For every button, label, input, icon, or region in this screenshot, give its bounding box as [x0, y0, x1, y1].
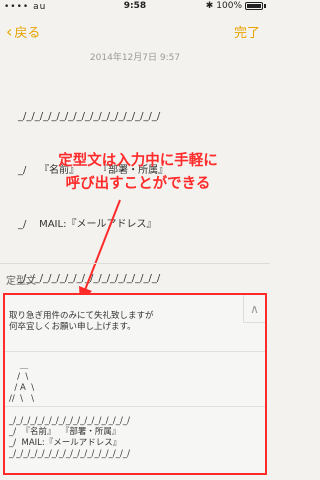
battery-icon [245, 2, 263, 10]
status-right: ✱ 100% [206, 1, 266, 11]
panel-divider [0, 263, 270, 264]
annotation-line: 定型文は入力中に手軽に [58, 153, 218, 169]
snippet-item[interactable]: ＿ / \ / A \ // \ \ [9, 361, 243, 405]
done-button[interactable]: 完了 [234, 22, 260, 41]
note-line: _/_/_/_/_/_/_/_/_/_/_/_/_/_/_/_/_/ [18, 273, 161, 284]
snippet-item[interactable]: _/_/_/_/_/_/_/_/_/_/_/_/_/_/_/_/_/ _/ 『名… [9, 416, 243, 460]
annotation-text: 定型文は入力中に手軽に 呼び出すことができる [18, 150, 258, 196]
bluetooth-icon: ✱ [205, 1, 214, 11]
navigation-bar: ‹ 戻る 完了 [0, 14, 270, 48]
note-date: 2014年12月7日 9:57 [89, 53, 181, 63]
note-line: _/_/_/_/_/_/_/_/_/_/_/_/_/_/_/_/_/ [18, 111, 161, 122]
snippet-item[interactable]: 取り急ぎ用件のみにて失礼致しますが 何卒宜しくお願い申し上げます。 [9, 311, 243, 333]
divider [5, 351, 265, 352]
back-label: 戻る [14, 26, 41, 41]
status-bar: •••• au 9:58 ✱ 100% [0, 0, 270, 14]
snippet-panel: ∧ 取り急ぎ用件のみにて失礼致しますが 何卒宜しくお願い申し上げます。 ＿ / … [3, 293, 267, 475]
chevron-left-icon: ‹ [6, 21, 13, 41]
back-button[interactable]: ‹ 戻る [6, 22, 40, 41]
annotation-line: 呼び出すことができる [65, 176, 211, 192]
chevron-up-icon[interactable]: ∧ [243, 295, 265, 323]
note-line: _/ MAIL:『メールアドレス』 [18, 219, 157, 230]
divider [5, 406, 265, 407]
battery-percent: 100% [216, 1, 242, 11]
panel-title: 定型文 [6, 276, 36, 287]
